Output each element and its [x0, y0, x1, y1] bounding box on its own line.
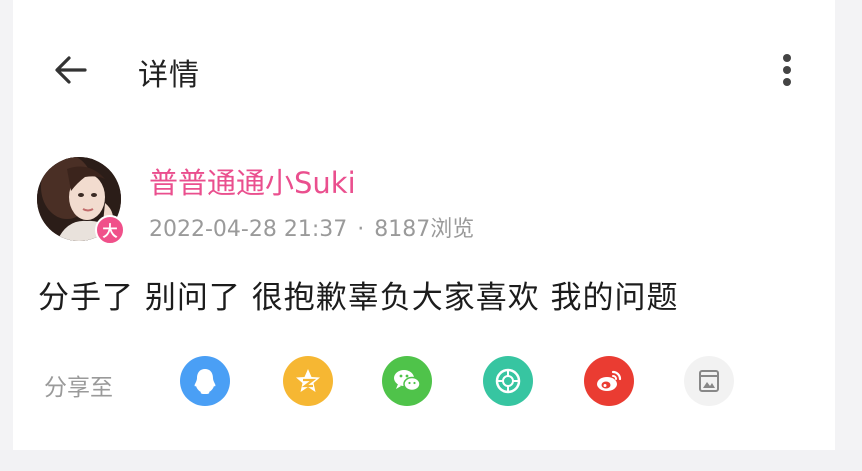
- moments-icon: [495, 368, 521, 394]
- author-name[interactable]: 普普通通小Suki: [149, 160, 356, 202]
- arrow-left-icon: [55, 56, 87, 84]
- qq-icon: [194, 369, 216, 394]
- meta-separator: ·: [357, 217, 365, 242]
- share-weibo-button[interactable]: [584, 356, 634, 406]
- bottom-divider-strip: [0, 450, 862, 471]
- share-label: 分享至: [44, 375, 113, 401]
- save-image-icon: [699, 370, 719, 392]
- share-qzone-button[interactable]: [283, 356, 333, 406]
- save-image-button[interactable]: [684, 356, 734, 406]
- post-content: 分手了 别问了 很抱歉辜负大家喜欢 我的问题: [38, 280, 679, 316]
- wechat-icon: [394, 370, 421, 392]
- share-moments-button[interactable]: [483, 356, 533, 406]
- author-avatar[interactable]: 大: [37, 157, 125, 245]
- more-options-button[interactable]: [769, 48, 805, 92]
- avatar-badge: 大: [95, 215, 125, 245]
- top-bar: 详情: [13, 0, 835, 140]
- share-qq-button[interactable]: [180, 356, 230, 406]
- qzone-icon: [296, 369, 320, 392]
- more-vertical-icon: [783, 54, 791, 86]
- view-count: 8187浏览: [374, 217, 475, 242]
- share-wechat-button[interactable]: [382, 356, 432, 406]
- weibo-icon: [597, 370, 622, 391]
- post-meta: 2022-04-28 21:37 · 8187浏览: [149, 211, 474, 243]
- back-button[interactable]: [47, 46, 95, 94]
- page-title: 详情: [138, 58, 200, 93]
- post-detail-card: 详情 大 普普通通小Suki 2022-04-28 21:37 · 8187浏览…: [13, 0, 835, 450]
- post-time: 2022-04-28 21:37: [149, 217, 348, 242]
